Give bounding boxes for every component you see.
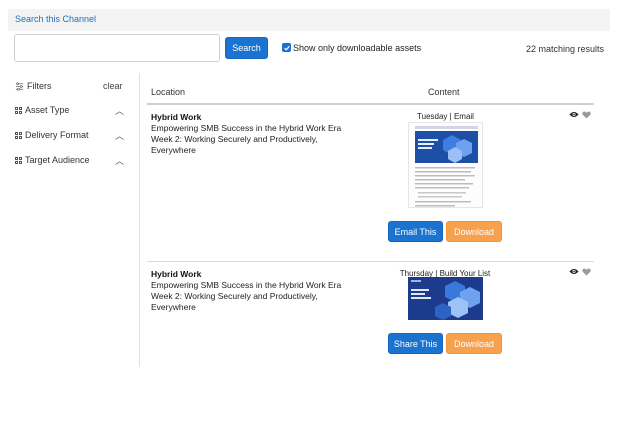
chevron-up-icon[interactable]: ︿ xyxy=(115,154,124,167)
chevron-up-icon[interactable]: ︿ xyxy=(115,129,124,142)
download-button[interactable]: Download xyxy=(446,333,502,354)
chevron-up-icon[interactable]: ︿ xyxy=(115,104,124,117)
filter-label: Delivery Format xyxy=(25,130,89,140)
filters-header: Filters xyxy=(15,81,52,91)
eye-icon[interactable] xyxy=(569,268,579,275)
column-header-content: Content xyxy=(428,87,460,97)
channel-header: Search this Channel xyxy=(8,9,610,31)
email-thumbnail xyxy=(408,122,483,208)
share-this-button[interactable]: Share This xyxy=(388,333,443,354)
row-1-content-label: Tuesday | Email xyxy=(417,112,474,121)
filter-label: Target Audience xyxy=(25,155,90,165)
email-this-button[interactable]: Email This xyxy=(388,221,443,242)
heart-icon[interactable] xyxy=(582,111,591,119)
filters-title: Filters xyxy=(27,81,52,91)
sliders-icon xyxy=(15,81,24,91)
results-count: 22 matching results xyxy=(525,44,604,54)
filter-label: Asset Type xyxy=(25,105,70,115)
filter-delivery-format[interactable]: Delivery Format xyxy=(15,130,89,140)
search-button[interactable]: Search xyxy=(225,37,268,59)
column-header-location: Location xyxy=(151,87,186,97)
heart-icon[interactable] xyxy=(582,268,591,276)
search-input[interactable] xyxy=(14,34,220,62)
table-header-divider xyxy=(147,103,594,105)
row-2-description: Empowering SMB Success in the Hybrid Wor… xyxy=(151,280,342,312)
grid-icon xyxy=(15,156,22,164)
banner-thumbnail xyxy=(408,277,483,320)
filter-target-audience[interactable]: Target Audience xyxy=(15,155,90,165)
eye-icon[interactable] xyxy=(569,111,579,118)
row-1-description: Empowering SMB Success in the Hybrid Wor… xyxy=(151,123,342,155)
download-button[interactable]: Download xyxy=(446,221,502,242)
grid-icon xyxy=(15,131,22,139)
channel-search-title: Search this Channel xyxy=(15,14,97,24)
downloadable-checkbox-label[interactable]: Show only downloadable assets xyxy=(293,43,421,53)
clear-filters-link[interactable]: clear xyxy=(103,81,123,91)
row-divider xyxy=(147,261,594,262)
grid-icon xyxy=(15,106,22,114)
filter-asset-type[interactable]: Asset Type xyxy=(15,105,69,115)
row-1-title: Hybrid Work xyxy=(151,112,202,122)
row-2-title: Hybrid Work xyxy=(151,269,202,279)
sidebar-divider xyxy=(139,73,140,367)
downloadable-checkbox[interactable] xyxy=(282,43,291,52)
check-icon xyxy=(283,45,290,51)
